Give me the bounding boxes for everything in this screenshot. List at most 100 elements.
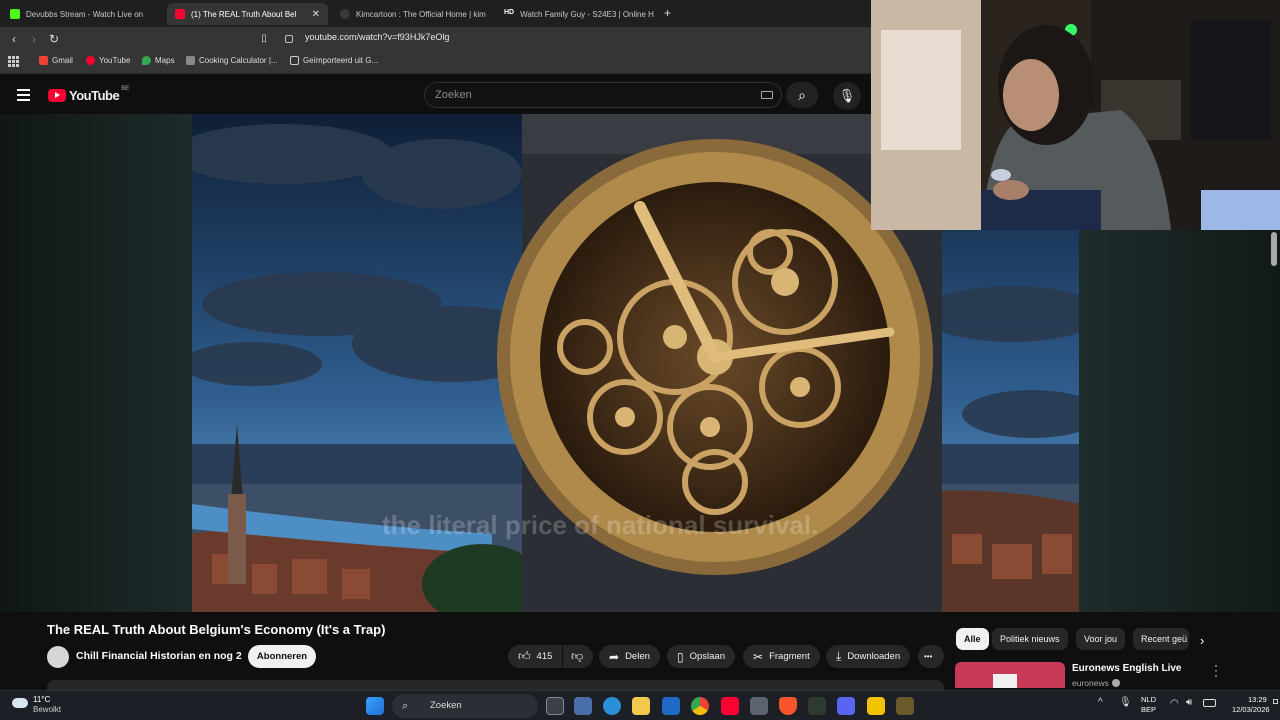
chip-for-you[interactable]: Voor jou (1076, 628, 1126, 650)
bookmark-label: Gmail (52, 56, 73, 65)
thumbs-up-icon: 👍︎ (518, 649, 531, 663)
chip-political-news[interactable]: Politiek nieuws (992, 628, 1068, 650)
address-bar: ‹ › ↻ ▯ youtube.com/watch?v=f93HJk7eOlg (0, 27, 871, 52)
calculator-icon (186, 56, 195, 65)
country-code: BE (121, 85, 130, 92)
pinned-app-icon[interactable] (896, 697, 914, 715)
task-view-icon[interactable] (546, 697, 564, 715)
like-button[interactable]: 👍︎ 415 (508, 645, 562, 668)
bookmark-label: Cooking Calculator |... (199, 56, 278, 65)
channel-name[interactable]: Chill Financial Historian en nog 2 (76, 650, 242, 662)
edge-icon[interactable] (603, 697, 621, 715)
language-bottom[interactable]: BEP (1141, 705, 1156, 714)
avatar[interactable] (47, 646, 69, 668)
description-box[interactable] (47, 680, 944, 690)
battery-icon[interactable] (1203, 699, 1216, 707)
webcam-overlay (871, 0, 1280, 230)
outlook-icon[interactable] (662, 697, 680, 715)
app-icon[interactable] (808, 697, 826, 715)
next-video-thumbnail[interactable] (955, 662, 1065, 688)
bookmark-folder[interactable]: Geïmporteerd uit G... (290, 56, 378, 65)
menu-icon[interactable] (17, 89, 30, 101)
search-icon: ⌕ (798, 87, 806, 103)
search-icon: ⌕ (402, 700, 409, 712)
taskbar-search[interactable]: ⌕ Zoeken (392, 694, 538, 718)
youtube-app-icon[interactable] (721, 697, 739, 715)
search-button[interactable]: ⌕ (786, 82, 818, 108)
back-icon[interactable]: ‹ (6, 31, 22, 47)
keyboard-icon[interactable] (761, 91, 773, 99)
app-notification-icon[interactable] (867, 697, 885, 715)
voice-search-button[interactable]: 🎙 (833, 82, 861, 110)
next-video-channel[interactable]: euronews (1072, 678, 1120, 688)
next-video-title[interactable]: Euronews English Live (1072, 663, 1181, 674)
chevron-right-icon[interactable]: › (1200, 633, 1204, 648)
bookmark-icon[interactable]: ▯ (256, 31, 272, 47)
file-explorer-icon[interactable] (632, 697, 650, 715)
tab-kick[interactable]: Devubbs Stream - Watch Live on (2, 3, 164, 25)
calculator-icon[interactable] (750, 697, 768, 715)
chrome-icon[interactable] (691, 697, 709, 715)
bookmark-gmail[interactable]: Gmail (39, 56, 73, 65)
youtube-logo-icon (48, 89, 66, 102)
clock-date[interactable]: 12/03/2026 (1232, 705, 1270, 714)
forward-icon[interactable]: › (26, 31, 42, 47)
site-info-icon[interactable] (285, 35, 293, 43)
download-button[interactable]: ⤓ Downloaden (826, 645, 911, 668)
share-button[interactable]: ➦ Delen (599, 645, 660, 668)
webcam-frame (871, 0, 1280, 230)
kick-icon (10, 9, 20, 19)
kimcartoon-icon (340, 9, 350, 19)
youtube-icon (175, 9, 185, 19)
clip-button[interactable]: ✂ Fragment (743, 645, 820, 668)
volume-icon[interactable]: 🔊︎ (1186, 697, 1192, 708)
chip-recent[interactable]: Recent geü (1133, 628, 1189, 650)
language-top[interactable]: NLD (1141, 695, 1156, 704)
tab-label: Watch Family Guy - S24E3 | Online H (520, 9, 654, 19)
subscribe-button[interactable]: Abonneren (248, 645, 316, 668)
new-tab-button[interactable]: + (664, 6, 671, 20)
youtube-header: YouTube BE Zoeken ⌕ 🎙 (0, 75, 871, 114)
clock-time[interactable]: 13:29 (1248, 695, 1267, 704)
windows-start-icon[interactable] (366, 697, 384, 715)
thumbs-down-icon: 👎︎ (571, 649, 584, 663)
chip-all[interactable]: Alle (956, 628, 989, 650)
next-video-menu-icon[interactable]: · · · (1214, 659, 1218, 681)
ambient-right (1079, 230, 1280, 612)
youtube-logo[interactable]: YouTube BE (48, 85, 130, 103)
scissors-icon: ✂ (753, 649, 764, 664)
bookmark-maps[interactable]: Maps (142, 56, 175, 65)
discord-icon[interactable] (837, 697, 855, 715)
scrollbar-thumb[interactable] (1271, 232, 1277, 266)
bookmark-icon: ▯ (677, 649, 684, 664)
url-field[interactable]: youtube.com/watch?v=f93HJk7eOlg (305, 32, 449, 42)
microphone-icon[interactable]: 🎙 (1119, 697, 1132, 708)
verified-icon (1111, 679, 1120, 687)
store-icon[interactable] (574, 697, 592, 715)
weather-temp[interactable]: 11°C (33, 695, 50, 704)
tab-kimcartoon[interactable]: Kimcartoon : The Official Home | kim (332, 3, 492, 25)
youtube-logo-text: YouTube (69, 88, 120, 103)
tab-familyguy[interactable]: HD Watch Family Guy - S24E3 | Online H (496, 3, 656, 25)
search-input[interactable]: Zoeken (424, 82, 782, 108)
brave-icon[interactable] (779, 697, 797, 715)
notification-icon[interactable] (1273, 699, 1278, 704)
apps-grid-icon[interactable] (8, 56, 19, 67)
bookmark-youtube[interactable]: YouTube (86, 56, 130, 65)
close-icon[interactable]: ✕ (306, 9, 320, 20)
dislike-button[interactable]: 👎︎ (563, 645, 593, 668)
weather-text[interactable]: Bewolkt (33, 705, 61, 714)
download-label: Downloaden (847, 651, 901, 662)
microphone-icon: 🎙 (838, 88, 856, 103)
chevron-up-icon[interactable]: ^ (1098, 697, 1103, 708)
share-icon: ➦ (609, 649, 620, 664)
tab-youtube-active[interactable]: (1) The REAL Truth About Bel ✕ (167, 3, 328, 25)
bookmark-cooking[interactable]: Cooking Calculator |... (186, 56, 278, 65)
reload-icon[interactable]: ↻ (46, 31, 62, 47)
more-actions-button[interactable]: ••• (918, 645, 944, 668)
browser-tab-bar: Devubbs Stream - Watch Live on (1) The R… (0, 0, 871, 27)
maps-icon (142, 56, 151, 65)
save-button[interactable]: ▯ Opslaan (667, 645, 735, 668)
wifi-icon[interactable]: ◠ (1170, 698, 1179, 709)
bookmark-label: Geïmporteerd uit G... (303, 56, 379, 65)
